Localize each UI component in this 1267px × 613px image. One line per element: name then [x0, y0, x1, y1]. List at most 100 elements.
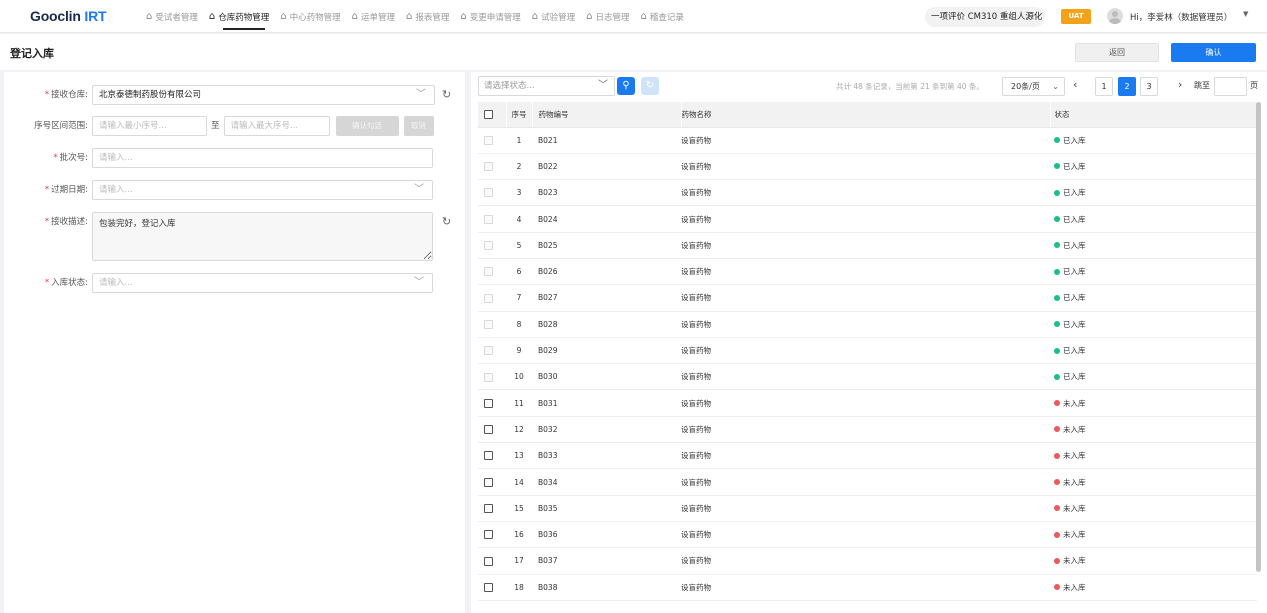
- row-name: 设盲药物: [681, 232, 1050, 259]
- next-page-icon[interactable]: ›: [1178, 78, 1182, 91]
- row-checkbox[interactable]: [484, 530, 493, 540]
- table-scrollbar[interactable]: [1256, 102, 1261, 572]
- row-checkbox[interactable]: [484, 504, 493, 514]
- row-status: 未入库: [1050, 468, 1257, 496]
- nav-item-5[interactable]: ⌂ 变更申请管理: [460, 0, 520, 33]
- page-3-button[interactable]: 3: [1140, 77, 1158, 96]
- caret-down-icon[interactable]: ▼: [1243, 10, 1248, 18]
- select-all-checkbox[interactable]: [484, 110, 493, 119]
- form-row-status: * 入库状态: 请输入... ﹀: [4, 273, 465, 293]
- page-1-button[interactable]: 1: [1095, 77, 1113, 96]
- expiry-date-input[interactable]: 请输入... ﹀: [92, 180, 433, 200]
- min-serial-input[interactable]: 请输入最小序号...: [92, 116, 207, 136]
- col-code[interactable]: 药物编号: [532, 102, 682, 128]
- prev-page-icon[interactable]: ‹: [1073, 78, 1077, 91]
- warehouse-select[interactable]: 北京泰德制药股份有限公司 ﹀: [92, 85, 435, 105]
- form-row-desc: * 接收描述: 包装完好，登记入库 ↻: [4, 212, 465, 261]
- back-button[interactable]: 返回: [1075, 43, 1159, 62]
- table-row[interactable]: 15 B035 设盲药物 未入库: [478, 495, 1257, 522]
- row-checkbox: [484, 346, 493, 356]
- table-row[interactable]: 4 B024 设盲药物 已入库: [478, 205, 1257, 233]
- page-size-select[interactable]: 20条/页 ⌄: [1002, 77, 1065, 96]
- nav-item-7[interactable]: ⌂ 日志管理: [586, 0, 629, 33]
- row-status: 未入库: [1050, 416, 1257, 444]
- table-row[interactable]: 17 B037 设盲药物 未入库: [478, 547, 1257, 575]
- table-row[interactable]: 2 B022 设盲药物 已入库: [478, 153, 1257, 181]
- user-greeting[interactable]: Hi，李爱林（数据管理员）: [1130, 11, 1232, 23]
- col-no[interactable]: 序号: [506, 102, 533, 128]
- row-checkbox[interactable]: [484, 556, 493, 566]
- nav-item-1[interactable]: ⌂ 仓库药物管理: [209, 0, 269, 33]
- row-checkbox[interactable]: [484, 477, 493, 487]
- table-row[interactable]: 12 B032 设盲药物 未入库: [478, 416, 1257, 444]
- row-code: B022: [532, 153, 681, 181]
- table-row[interactable]: 18 B038 设盲药物 未入库: [478, 574, 1257, 601]
- status-text: 已入库: [1063, 135, 1086, 145]
- confirm-range-button[interactable]: 确认勾选: [335, 116, 399, 136]
- batch-input[interactable]: 请输入...: [92, 148, 433, 168]
- chevron-down-icon: ﹀: [416, 89, 426, 100]
- table-row[interactable]: 7 B027 设盲药物 已入库: [478, 284, 1257, 312]
- nav-item-6[interactable]: ⌂ 试验管理: [532, 0, 575, 33]
- table-row[interactable]: 6 B026 设盲药物 已入库: [478, 258, 1257, 286]
- table-row[interactable]: 5 B025 设盲药物 已入库: [478, 232, 1257, 259]
- row-checkbox-cell: [478, 205, 506, 233]
- reset-icon: ↻: [645, 80, 655, 91]
- row-code: B031: [532, 389, 681, 417]
- table-row[interactable]: 9 B029 设盲药物 已入库: [478, 337, 1257, 365]
- row-no: 17: [506, 547, 532, 575]
- confirm-button[interactable]: 确认: [1171, 43, 1256, 62]
- table-row[interactable]: 3 B023 设盲药物 已入库: [478, 179, 1257, 207]
- refresh-icon[interactable]: ↻: [442, 88, 451, 101]
- cancel-range-button[interactable]: 取消: [403, 116, 434, 136]
- max-serial-input[interactable]: 请输入最大序号...: [223, 116, 330, 136]
- row-no: 6: [506, 258, 532, 286]
- status-dot-icon: [1054, 479, 1060, 485]
- table-row[interactable]: 14 B034 设盲药物 未入库: [478, 468, 1257, 496]
- avatar[interactable]: [1107, 8, 1123, 24]
- row-checkbox: [484, 162, 493, 172]
- table-row[interactable]: 13 B033 设盲药物 未入库: [478, 442, 1257, 470]
- nav-item-label: 运单管理: [360, 12, 395, 23]
- page-2-button[interactable]: 2: [1118, 77, 1136, 96]
- status-filter-select[interactable]: 请选择状态... ﹀: [478, 76, 615, 96]
- row-checkbox: [484, 241, 493, 251]
- status-select[interactable]: 请输入... ﹀: [92, 273, 433, 293]
- table-row[interactable]: 1 B021 设盲药物 已入库: [478, 127, 1257, 154]
- nav-item-2[interactable]: ⌂ 中心药物管理: [280, 0, 340, 33]
- search-button[interactable]: ⚲: [617, 77, 635, 95]
- col-name[interactable]: 药物名称: [681, 102, 1051, 128]
- form-row-expiry: * 过期日期: 请输入... ﹀: [4, 180, 465, 200]
- nav-item-0[interactable]: ⌂ 受试者管理: [146, 0, 198, 33]
- row-checkbox[interactable]: [484, 398, 493, 408]
- row-checkbox[interactable]: [484, 451, 493, 461]
- drug-table: 序号 药物编号 药物名称 状态 1 B021 设盲药物 已入库 2 B022 设盲药物 已入库…: [478, 102, 1257, 601]
- table-row[interactable]: 11 B031 设盲药物 未入库: [478, 389, 1257, 417]
- status-text: 已入库: [1063, 346, 1086, 356]
- jump-page-input[interactable]: [1214, 77, 1247, 96]
- reset-button[interactable]: ↻: [641, 77, 659, 95]
- required-mark: *: [44, 278, 50, 288]
- nav-item-8[interactable]: ⌂ 稽查记录: [641, 0, 684, 33]
- row-checkbox: [484, 188, 493, 198]
- nav-item-4[interactable]: ⌂ 报表管理: [406, 0, 449, 33]
- col-status[interactable]: 状态: [1050, 102, 1257, 128]
- row-checkbox: [484, 372, 493, 382]
- table-row[interactable]: 16 B036 设盲药物 未入库: [478, 521, 1257, 549]
- table-row[interactable]: 10 B030 设盲药物 已入库: [478, 363, 1257, 391]
- row-checkbox[interactable]: [484, 425, 493, 435]
- project-selector[interactable]: 一项评价 CM310 重组人源化: [925, 7, 1045, 27]
- row-checkbox: [484, 267, 493, 277]
- row-code: B038: [532, 574, 681, 601]
- nav-item-3[interactable]: ⌂ 运单管理: [352, 0, 395, 33]
- desc-textarea[interactable]: 包装完好，登记入库: [92, 212, 433, 261]
- refresh-icon[interactable]: ↻: [442, 215, 451, 228]
- row-checkbox[interactable]: [484, 582, 493, 592]
- nav-item-label: 仓库药物管理: [218, 12, 270, 23]
- status-dot-icon: [1054, 452, 1060, 459]
- table-row[interactable]: 8 B028 设盲药物 已入库: [478, 311, 1257, 338]
- app-logo[interactable]: Gooclin IRT: [30, 8, 107, 24]
- row-name: 设盲药物: [681, 495, 1050, 522]
- status-text: 未入库: [1063, 582, 1086, 592]
- status-dot-icon: [1054, 216, 1060, 223]
